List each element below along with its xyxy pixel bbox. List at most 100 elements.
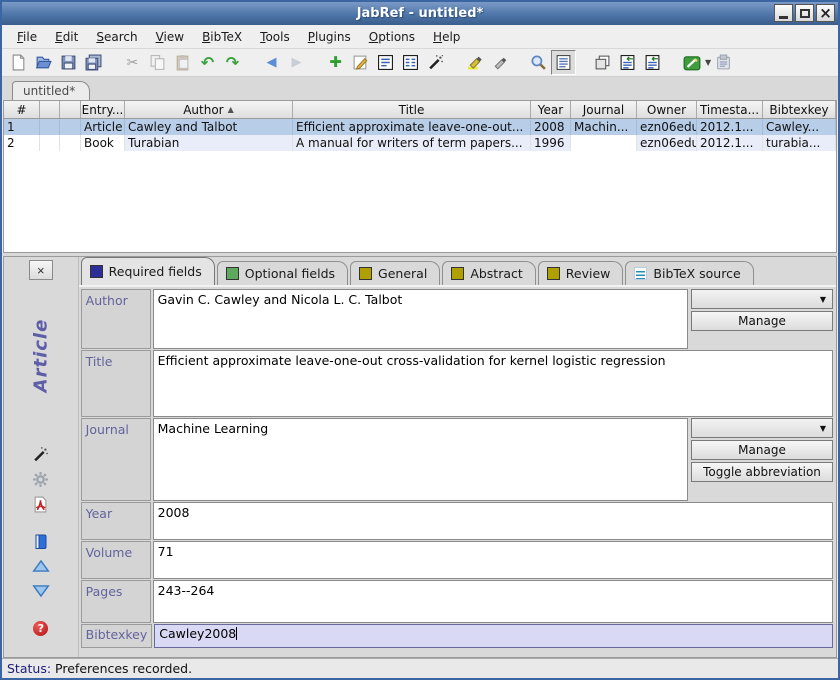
tab-abstract[interactable]: Abstract (442, 261, 535, 285)
fetch-citeseer-icon (644, 54, 661, 71)
fetch-medline-button[interactable] (615, 50, 640, 75)
plus-icon: ✚ (329, 55, 342, 70)
minimize-button[interactable] (774, 4, 793, 22)
edit-entry-button[interactable] (348, 50, 373, 75)
forward-button[interactable]: ▶ (284, 50, 309, 75)
header-timestamp[interactable]: Timesta... (697, 101, 763, 118)
write-xmp-button[interactable] (30, 531, 52, 551)
tab-general[interactable]: General (350, 261, 440, 285)
header-number[interactable]: # (4, 101, 40, 118)
header-entrytype[interactable]: Entry... (81, 101, 125, 118)
chevron-down-icon (32, 584, 50, 598)
table-row[interactable]: 2 Book Turabian A manual for writers of … (4, 135, 836, 151)
pages-field[interactable]: 243--264 (153, 580, 833, 623)
redo-button[interactable]: ↷ (220, 50, 245, 75)
header-title[interactable]: Title (293, 101, 531, 118)
database-tab[interactable]: untitled* (12, 81, 90, 100)
author-dropdown[interactable]: ▼ (691, 289, 833, 309)
close-button[interactable]: × (816, 4, 835, 22)
help-button[interactable]: ? (30, 618, 52, 638)
header-author[interactable]: Author▲ (125, 101, 293, 118)
mark-entries-button[interactable] (462, 50, 487, 75)
general-swatch-icon (359, 267, 372, 280)
journal-field[interactable]: Machine Learning (153, 418, 688, 501)
unmark-icon (491, 54, 508, 71)
titlebar[interactable]: JabRef - untitled* × (2, 2, 838, 25)
autoset-button[interactable] (30, 469, 52, 489)
tab-required-fields[interactable]: Required fields (81, 257, 215, 285)
toggle-preview-button[interactable] (551, 50, 576, 75)
header-year[interactable]: Year (531, 101, 571, 118)
bibtexkey-field[interactable]: Cawley2008 (154, 624, 833, 648)
push-to-application-button[interactable] (711, 50, 736, 75)
undo-button[interactable]: ↶ (195, 50, 220, 75)
next-entry-button[interactable] (30, 581, 52, 601)
header-owner[interactable]: Owner (637, 101, 697, 118)
required-fields-panel: Author Gavin C. Cawley and Nicola L. C. … (79, 287, 836, 657)
maximize-icon (800, 9, 810, 18)
generate-key-button[interactable] (30, 444, 52, 464)
new-database-button[interactable] (6, 50, 31, 75)
menu-help[interactable]: Help (424, 27, 469, 47)
paste-button[interactable] (170, 50, 195, 75)
autogenerate-keys-button[interactable] (423, 50, 448, 75)
title-field[interactable]: Efficient approximate leave-one-out cros… (153, 350, 833, 417)
new-entry-button[interactable]: ✚ (323, 50, 348, 75)
copy-key-button[interactable] (590, 50, 615, 75)
search-button[interactable] (526, 50, 551, 75)
menu-bibtex[interactable]: BibTeX (193, 27, 251, 47)
preamble-icon (377, 54, 394, 71)
open-pdf-button[interactable] (30, 494, 52, 514)
back-button[interactable]: ◀ (259, 50, 284, 75)
status-label: Status: (7, 661, 51, 676)
highlighter-icon (466, 54, 483, 71)
push-to-lyx-button[interactable] (679, 50, 704, 75)
copy-button[interactable] (145, 50, 170, 75)
sort-ascending-icon: ▲ (228, 105, 234, 114)
tab-review[interactable]: Review (538, 261, 624, 285)
author-manage-button[interactable]: Manage (691, 311, 833, 331)
cut-button[interactable]: ✂ (120, 50, 145, 75)
header-bibtexkey[interactable]: Bibtexkey (763, 101, 836, 118)
tab-bibtex-source[interactable]: BibTeX source (625, 261, 753, 285)
menu-search[interactable]: Search (87, 27, 146, 47)
journal-manage-button[interactable]: Manage (691, 440, 833, 460)
fetch-citeseer-button[interactable] (640, 50, 665, 75)
menu-edit[interactable]: Edit (46, 27, 87, 47)
maximize-button[interactable] (795, 4, 814, 22)
tab-label: BibTeX source (653, 266, 740, 281)
gear-icon (32, 471, 49, 488)
tab-optional-fields[interactable]: Optional fields (217, 261, 348, 285)
save-all-button[interactable] (81, 50, 106, 75)
abstract-swatch-icon (451, 267, 464, 280)
pages-label: Pages (81, 580, 151, 623)
database-tab-label: untitled* (23, 84, 75, 98)
previous-entry-button[interactable] (30, 556, 52, 576)
required-swatch-icon (90, 265, 103, 278)
table-row[interactable]: 1 Article Cawley and Talbot Efficient ap… (4, 119, 836, 135)
help-icon: ? (33, 621, 48, 636)
open-folder-icon (35, 54, 52, 71)
search-icon (530, 54, 547, 71)
open-database-button[interactable] (31, 50, 56, 75)
edit-strings-button[interactable] (398, 50, 423, 75)
author-field[interactable]: Gavin C. Cawley and Nicola L. C. Talbot (153, 289, 688, 349)
year-field[interactable]: 2008 (153, 502, 833, 540)
toggle-abbreviation-button[interactable]: Toggle abbreviation (691, 462, 833, 482)
menu-options[interactable]: Options (360, 27, 424, 47)
header-icon2[interactable] (60, 101, 81, 118)
save-database-button[interactable] (56, 50, 81, 75)
unmark-entries-button[interactable] (487, 50, 512, 75)
menu-tools[interactable]: Tools (251, 27, 299, 47)
header-icon1[interactable] (40, 101, 60, 118)
journal-dropdown[interactable]: ▼ (691, 418, 833, 438)
menu-view[interactable]: View (147, 27, 193, 47)
editor-tabs: Required fields Optional fields General … (79, 257, 836, 287)
menu-plugins[interactable]: Plugins (299, 27, 360, 47)
header-journal[interactable]: Journal (571, 101, 637, 118)
menu-file[interactable]: File (8, 27, 46, 47)
edit-preamble-button[interactable] (373, 50, 398, 75)
push-app-icon (715, 54, 732, 71)
volume-field[interactable]: 71 (153, 541, 833, 579)
editor-close-button[interactable]: × (29, 260, 53, 280)
